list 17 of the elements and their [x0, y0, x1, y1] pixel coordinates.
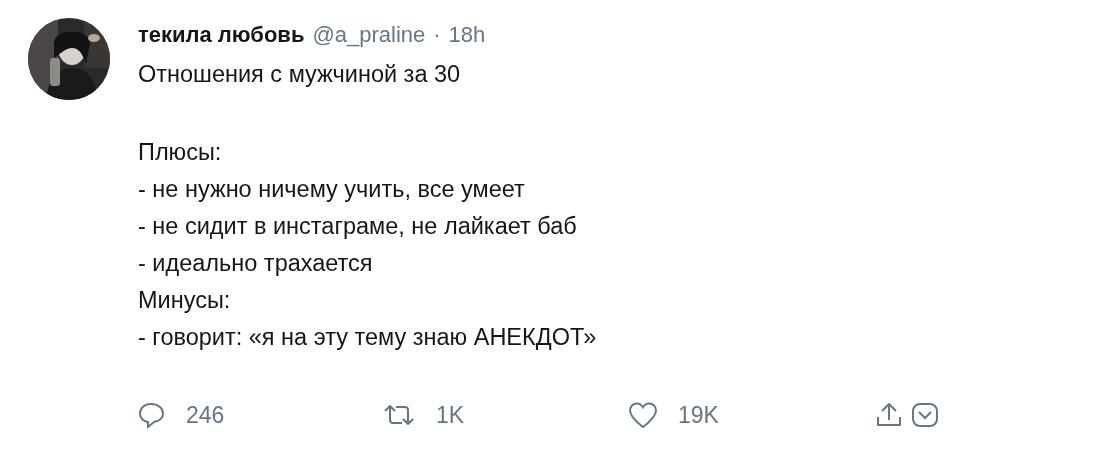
tweet-line: Отношения с мужчиной за 30 — [138, 60, 462, 89]
tweet-time[interactable]: 18h — [448, 20, 486, 50]
tweet-line: - говорит: «я на эту тему знаю АНЕКДОТ» — [138, 323, 598, 352]
count: 1K — [436, 401, 465, 429]
separator: · — [433, 21, 441, 49]
tweet-line: Плюсы: — [138, 138, 223, 167]
tweet-line: - не сидит в инстаграме, не лайкает баб — [138, 212, 578, 241]
author-handle[interactable]: @a_praline — [312, 20, 426, 50]
heart-icon[interactable] — [628, 401, 658, 429]
tweet-line: Минусы: — [138, 286, 232, 315]
reply-icon[interactable] — [136, 400, 166, 430]
count: 246 — [186, 401, 225, 429]
tweet-line: - не нужно ничему учить, все умеет — [138, 175, 526, 204]
tweet-line: - идеально трахается — [138, 249, 374, 278]
count: 19K — [678, 401, 719, 429]
caret-icon[interactable] — [910, 400, 940, 430]
author-name[interactable]: текила любовь — [138, 20, 305, 50]
